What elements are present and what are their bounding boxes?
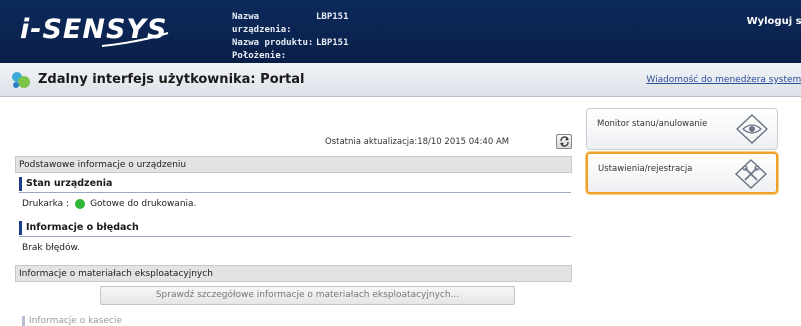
product-name-label: Nazwa produktu: [232, 38, 314, 48]
portal-icon [12, 72, 30, 88]
printer-label: Drukarka : [22, 199, 70, 209]
printer-status-row: Drukarka : Gotowe do drukowania. [22, 199, 196, 209]
last-update-text: Ostatnia aktualizacja:18/10 2015 04:40 A… [325, 137, 510, 147]
status-ok-icon [75, 199, 86, 209]
divider [19, 236, 571, 237]
device-name-value: LBP151 [316, 12, 349, 22]
eye-diamond-icon [735, 114, 769, 144]
consumables-details-button[interactable]: Sprawdź szczegółowe informacje o materia… [100, 286, 515, 305]
location-label: Położenie: [232, 51, 287, 61]
menu-item-label: Monitor stanu/anulowanie [597, 119, 708, 129]
menu-item-label: Ustawienia/rejestracja [598, 164, 693, 174]
settings-diamond-icon [734, 159, 768, 189]
printer-status: Gotowe do drukowania. [90, 199, 197, 209]
error-text: Brak błędów. [22, 243, 80, 253]
refresh-button[interactable] [556, 134, 572, 149]
menu-settings-registration[interactable]: Ustawienia/rejestracja [586, 152, 778, 194]
product-name-value: LBP151 [316, 38, 349, 48]
app-header: i-SENSYS Nazwa urządzenia: LBP151 Nazwa … [0, 0, 801, 63]
divider [19, 192, 571, 193]
message-to-admin-link[interactable]: Wiadomość do menedżera systemu [646, 75, 801, 85]
logout-link[interactable]: Wyloguj si [747, 16, 801, 27]
error-info-heading: Informacje o błędach [19, 221, 139, 235]
cassette-info-heading: Informacje o kasecie [22, 316, 122, 326]
consumables-header: Informacje o materiałach eksploatacyjnyc… [15, 265, 572, 282]
basic-info-header: Podstawowe informacje o urządzeniu [15, 156, 572, 173]
device-name-label: Nazwa urządzenia: [232, 12, 292, 35]
page-title: Zdalny interfejs użytkownika: Portal [38, 72, 305, 87]
refresh-icon [559, 136, 569, 147]
logo-swoosh-icon [101, 32, 169, 47]
page-titlebar: Zdalny interfejs użytkownika: Portal Wia… [0, 63, 801, 97]
device-status-heading: Stan urządzenia [19, 177, 112, 191]
menu-status-monitor[interactable]: Monitor stanu/anulowanie [586, 108, 778, 150]
device-info: Nazwa urządzenia: LBP151 Nazwa produktu:… [232, 11, 349, 63]
